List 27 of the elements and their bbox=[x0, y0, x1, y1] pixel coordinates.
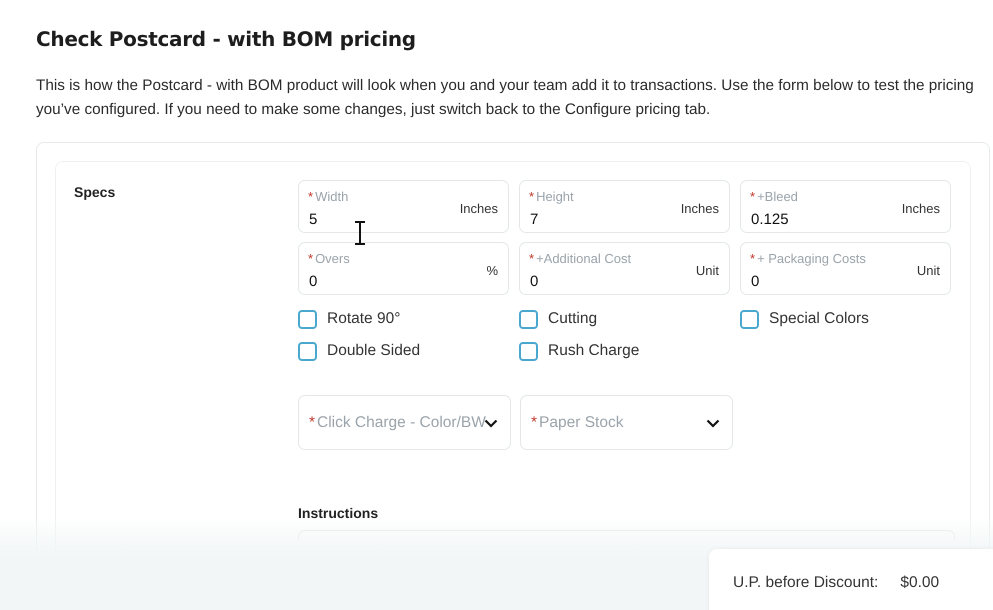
checkbox-label: Cutting bbox=[548, 310, 598, 328]
checkbox-label: Rush Charge bbox=[548, 342, 640, 360]
checkbox-label: Special Colors bbox=[769, 310, 869, 328]
input-field[interactable]: *Height Inches 7 bbox=[519, 180, 730, 233]
chevron-down-icon bbox=[484, 419, 498, 428]
page-title: Check Postcard - with BOM pricing bbox=[36, 27, 416, 51]
input-field[interactable]: *+Bleed Inches 0.125 bbox=[740, 180, 951, 233]
price-label: U.P. before Discount: bbox=[733, 574, 878, 593]
checkbox[interactable] bbox=[519, 310, 538, 328]
description-text: This is how the Postcard - with BOM product will look when you and your team add it to transactions. Use the form below to test the pricing you’ve configured. If you need to make some changes, just switch back to the Configure pricing tab. bbox=[36, 76, 975, 120]
price-value: $0.00 bbox=[900, 574, 940, 593]
checkbox[interactable] bbox=[740, 310, 759, 328]
checkbox[interactable] bbox=[519, 342, 538, 360]
checkbox[interactable] bbox=[298, 342, 317, 360]
checkbox-label: Double Sided bbox=[327, 342, 420, 360]
input-field[interactable]: *+ Packaging Costs Unit 0 bbox=[740, 242, 951, 295]
checkbox[interactable] bbox=[298, 310, 317, 328]
chevron-down-icon bbox=[706, 419, 720, 428]
select-field[interactable]: *Paper Stock bbox=[520, 395, 733, 450]
instructions-label: Instructions bbox=[298, 505, 380, 521]
checkbox-label: Rotate 90° bbox=[327, 310, 400, 328]
text-cursor-icon bbox=[353, 221, 367, 245]
input-field[interactable]: *Width Inches 5 bbox=[298, 180, 509, 233]
input-field[interactable]: *Overs % 0 bbox=[298, 242, 509, 295]
input-field[interactable]: *+Additional Cost Unit 0 bbox=[519, 242, 730, 295]
select-field[interactable]: *Click Charge - Color/BW bbox=[298, 395, 511, 450]
section-label: Specs bbox=[74, 184, 116, 200]
